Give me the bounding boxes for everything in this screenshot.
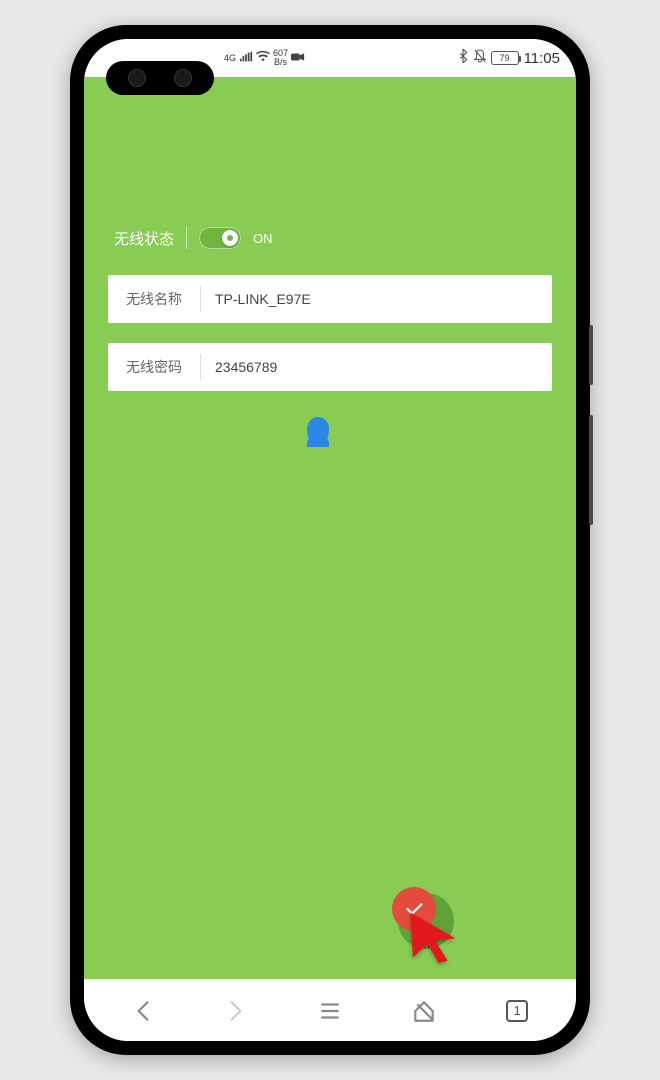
tabs-count: 1 bbox=[514, 1003, 521, 1018]
network-type-label: 4G bbox=[224, 53, 236, 63]
nav-forward-button[interactable] bbox=[212, 987, 260, 1035]
nav-menu-button[interactable] bbox=[306, 987, 354, 1035]
video-icon bbox=[291, 52, 305, 65]
wifi-name-row: 无线名称 bbox=[108, 275, 552, 323]
nav-home-button[interactable] bbox=[400, 987, 448, 1035]
text-cursor-handle-icon[interactable] bbox=[307, 417, 329, 447]
wifi-password-input[interactable] bbox=[201, 343, 552, 391]
wifi-settings-page: 无线状态 ON 无线名称 无线密码 bbox=[84, 77, 576, 979]
wifi-status-label: 无线状态 bbox=[114, 228, 174, 249]
wifi-toggle[interactable] bbox=[199, 227, 241, 249]
signal-icon bbox=[239, 51, 253, 66]
phone-frame: 4G 607 B/s bbox=[70, 25, 590, 1055]
toggle-knob bbox=[222, 230, 238, 246]
mute-bell-icon bbox=[474, 49, 486, 67]
browser-bottom-nav: 1 bbox=[84, 979, 576, 1041]
camera-cutout bbox=[106, 61, 214, 95]
wifi-name-label: 无线名称 bbox=[108, 289, 200, 309]
clock: 11:05 bbox=[524, 50, 560, 67]
hardware-side-buttons bbox=[589, 325, 593, 525]
nav-back-button[interactable] bbox=[119, 987, 167, 1035]
wifi-password-label: 无线密码 bbox=[108, 357, 200, 377]
screen: 4G 607 B/s bbox=[84, 39, 576, 1041]
wifi-status-row: 无线状态 ON bbox=[108, 227, 552, 249]
wifi-name-input[interactable] bbox=[201, 275, 552, 323]
nav-tabs-button[interactable]: 1 bbox=[493, 987, 541, 1035]
tutorial-pointer-arrow-icon bbox=[405, 907, 461, 963]
bluetooth-icon bbox=[457, 49, 469, 67]
battery-icon: 79 bbox=[491, 51, 519, 65]
toggle-on-label: ON bbox=[253, 231, 273, 246]
wifi-password-row: 无线密码 bbox=[108, 343, 552, 391]
divider bbox=[186, 227, 187, 249]
network-speed: 607 B/s bbox=[273, 49, 288, 67]
wifi-icon bbox=[256, 51, 270, 66]
